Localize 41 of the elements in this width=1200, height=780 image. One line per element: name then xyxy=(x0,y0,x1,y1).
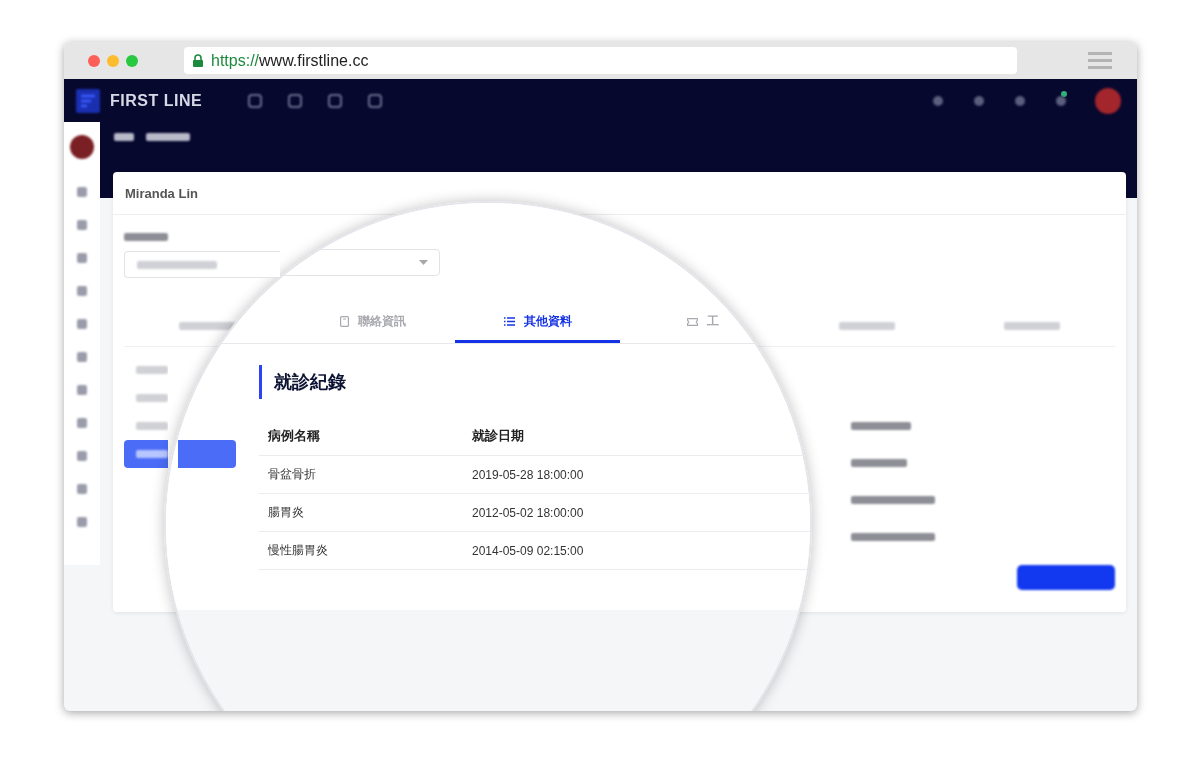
blurred-text xyxy=(851,459,907,467)
lock-icon xyxy=(193,54,203,67)
blurred-text[interactable] xyxy=(1004,322,1061,330)
avatar[interactable] xyxy=(70,135,94,159)
blurred-text xyxy=(146,133,190,141)
table-cell-text: 2019-05-28 18:00:00 xyxy=(472,467,585,482)
table-cell-text: 慢性腸胃炎 xyxy=(268,542,329,559)
card-icon xyxy=(339,316,349,327)
table-cell-text: 腸胃炎 xyxy=(268,504,305,521)
brand-name: FIRST LINE xyxy=(110,91,203,110)
section-heading: 就診紀錄 xyxy=(259,365,434,399)
table-cell-text: 2012-05-02 18:00:00 xyxy=(472,505,585,520)
maximize-icon[interactable] xyxy=(126,54,138,67)
address-bar[interactable]: https://www.firstline.cc xyxy=(184,47,1017,74)
blurred-text xyxy=(851,422,911,430)
patient-name: Miranda Lin xyxy=(125,185,198,201)
select-field[interactable] xyxy=(124,251,280,278)
logo-icon xyxy=(76,88,100,113)
blurred-button[interactable] xyxy=(1017,565,1115,590)
notification-dot xyxy=(1061,90,1067,97)
close-icon[interactable] xyxy=(88,54,100,67)
blurred-icon[interactable] xyxy=(1054,93,1068,108)
blurred-icon[interactable] xyxy=(931,93,945,108)
minimize-icon[interactable] xyxy=(107,54,119,67)
menu-item[interactable] xyxy=(124,440,168,468)
tab[interactable]: 其他資料 xyxy=(455,303,620,343)
url-text: https://www.firstline.cc xyxy=(211,51,369,70)
column-header: 病例名稱 xyxy=(268,427,321,445)
column-header: 就診日期 xyxy=(472,427,525,445)
blurred-text xyxy=(114,133,134,141)
blurred-text[interactable] xyxy=(839,322,896,330)
ticket-icon xyxy=(686,317,698,326)
table-cell-text: 2014-05-09 02:15:00 xyxy=(472,543,585,558)
blurred-icon[interactable] xyxy=(972,93,986,108)
blurred-icon[interactable] xyxy=(1013,93,1027,108)
menu-icon[interactable] xyxy=(1088,51,1112,70)
blurred-text xyxy=(124,233,168,241)
table-cell-text: 骨盆骨折 xyxy=(268,466,317,483)
list-icon xyxy=(503,317,515,326)
blurred-text[interactable] xyxy=(178,322,235,330)
caret-icon xyxy=(419,260,428,265)
